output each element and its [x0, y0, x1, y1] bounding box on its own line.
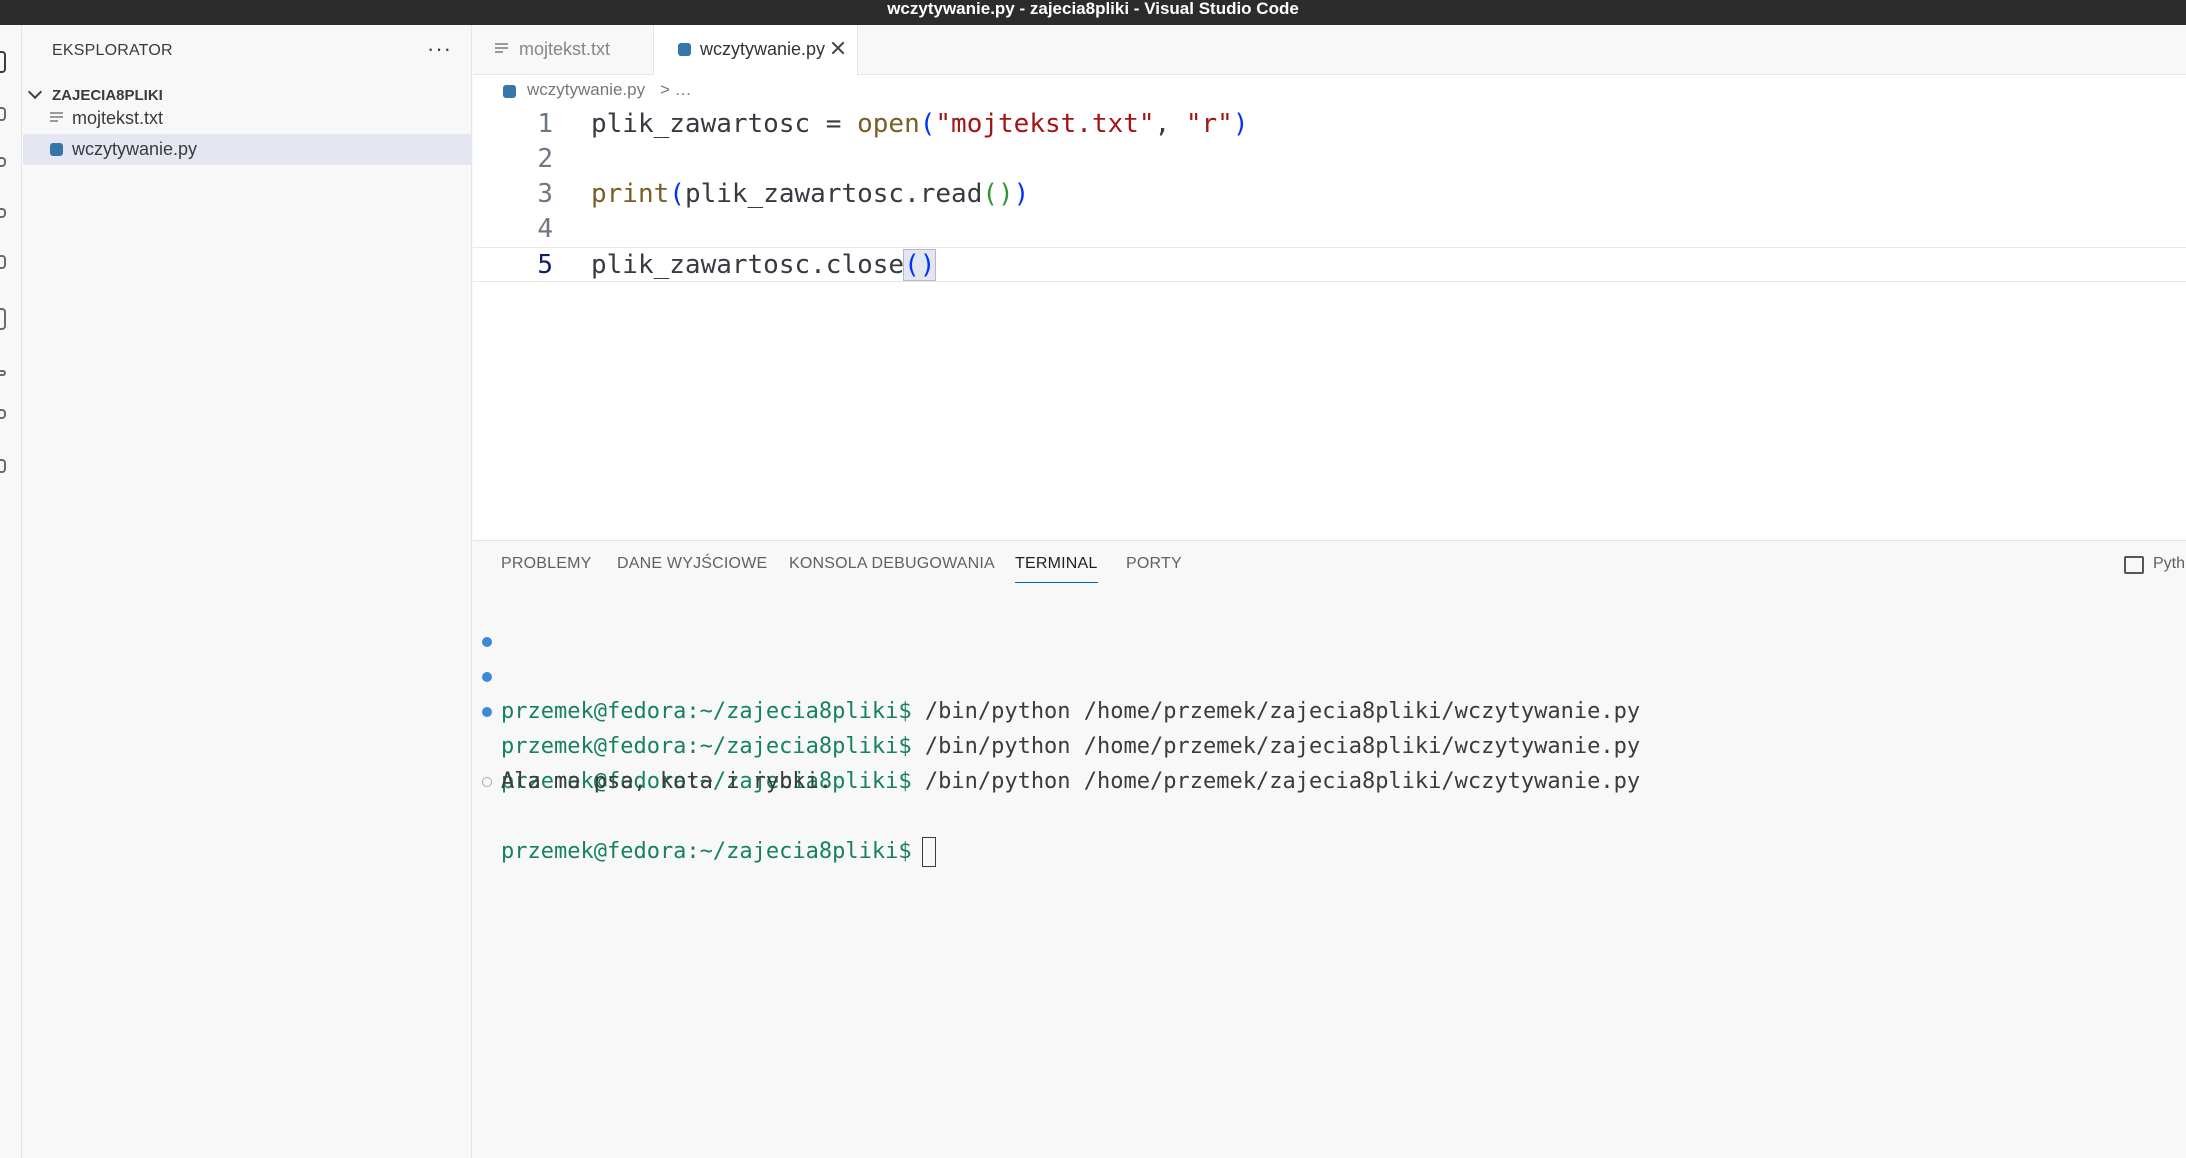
code-line[interactable]: 1 plik_zawartosc = open("mojtekst.txt", …	[473, 107, 2186, 142]
breadcrumb: wczytywanie.py > …	[473, 76, 2186, 106]
editor-area: mojtekst.txt wczytywanie.py wczytywanie.…	[473, 25, 2186, 540]
terminal-output: Ala ma psa, kota i rybki.	[501, 769, 833, 794]
terminal-line: przemek@fedora:~/zajecia8pliki$ /bin/pyt…	[473, 694, 1640, 794]
terminal-cursor	[921, 837, 936, 867]
explorer-header: EKSPLORATOR	[52, 42, 173, 59]
testing-icon[interactable]	[0, 308, 6, 330]
tab-label: wczytywanie.py	[700, 39, 826, 59]
terminal-line: przemek@fedora:~/zajecia8pliki$ /bin/pyt…	[473, 624, 1640, 724]
code-line[interactable]: 2	[473, 142, 2186, 177]
code-line-current[interactable]: 5 plik_zawartosc.close()	[473, 247, 2186, 282]
code-text: plik_zawartosc = open("mojtekst.txt", "r…	[591, 109, 1249, 139]
explorer-sidebar: EKSPLORATOR ··· ZAJECIA8PLIKI mojtekst.t…	[23, 25, 472, 1158]
line-number: 1	[537, 109, 553, 139]
line-number: 2	[537, 144, 553, 174]
line-number: 3	[537, 179, 553, 209]
terminal-icon[interactable]	[2124, 556, 2144, 574]
code-text: print(plik_zawartosc.read())	[591, 179, 1030, 209]
command-decoration-icon[interactable]	[482, 707, 492, 717]
tab-bar: mojtekst.txt wczytywanie.py	[473, 25, 2186, 76]
terminal-line: przemek@fedora:~/zajecia8pliki$	[473, 764, 936, 867]
python-file-icon	[503, 85, 516, 98]
folder-name: ZAJECIA8PLIKI	[52, 87, 163, 104]
tab-label: mojtekst.txt	[519, 39, 611, 59]
accounts-icon[interactable]	[0, 459, 6, 473]
code-editor[interactable]: 1 plik_zawartosc = open("mojtekst.txt", …	[473, 107, 2186, 540]
bottom-panel: PROBLEMY DANE WYJŚCIOWE KONSOLA DEBUGOWA…	[473, 540, 2186, 1158]
code-line[interactable]: 3 print(plik_zawartosc.read())	[473, 177, 2186, 212]
terminal-instance-label[interactable]: Pyth	[2153, 555, 2185, 573]
search-icon[interactable]	[0, 107, 6, 121]
activity-bar	[0, 25, 22, 1158]
file-item-wczytywanie[interactable]: wczytywanie.py	[23, 134, 472, 165]
chevron-down-icon	[27, 84, 43, 100]
terminal-line: przemek@fedora:~/zajecia8pliki$ /bin/pyt…	[473, 659, 1640, 759]
title-bar: wczytywanie.py - zajecia8pliki - Visual …	[0, 0, 2186, 25]
breadcrumb-file[interactable]: wczytywanie.py	[527, 80, 645, 100]
text-file-icon	[495, 43, 508, 56]
file-item-mojtekst[interactable]: mojtekst.txt	[23, 103, 472, 134]
command-decoration-icon[interactable]	[482, 637, 492, 647]
file-label: wczytywanie.py	[72, 139, 198, 159]
tab-problems[interactable]: PROBLEMY	[501, 555, 592, 573]
python-icon[interactable]	[0, 409, 6, 419]
run-debug-icon[interactable]	[0, 208, 6, 218]
file-label: mojtekst.txt	[72, 108, 164, 128]
command-decoration-icon[interactable]	[482, 777, 492, 787]
python-file-icon	[678, 43, 691, 56]
tab-debug-console[interactable]: KONSOLA DEBUGOWANIA	[789, 555, 995, 573]
text-file-icon	[50, 112, 63, 125]
tab-wczytywanie[interactable]: wczytywanie.py	[654, 25, 858, 76]
more-actions-icon[interactable]: ···	[427, 36, 452, 62]
tab-terminal[interactable]: TERMINAL	[1015, 555, 1098, 583]
command-decoration-icon[interactable]	[482, 672, 492, 682]
code-text: plik_zawartosc.close()	[591, 249, 937, 281]
close-icon[interactable]	[830, 40, 846, 56]
breadcrumb-rest[interactable]: > …	[660, 80, 692, 100]
code-line[interactable]: 4	[473, 212, 2186, 247]
remote-explorer-icon[interactable]	[0, 370, 6, 376]
window-title: wczytywanie.py - zajecia8pliki - Visual …	[887, 0, 1299, 18]
line-number: 4	[537, 214, 553, 244]
explorer-icon[interactable]	[0, 51, 6, 73]
python-file-icon	[50, 143, 63, 156]
line-number: 5	[537, 250, 553, 280]
tab-output[interactable]: DANE WYJŚCIOWE	[617, 555, 767, 573]
extensions-icon[interactable]	[0, 255, 6, 269]
source-control-icon[interactable]	[0, 157, 6, 167]
tab-ports[interactable]: PORTY	[1126, 555, 1182, 573]
tab-mojtekst[interactable]: mojtekst.txt	[473, 25, 654, 75]
